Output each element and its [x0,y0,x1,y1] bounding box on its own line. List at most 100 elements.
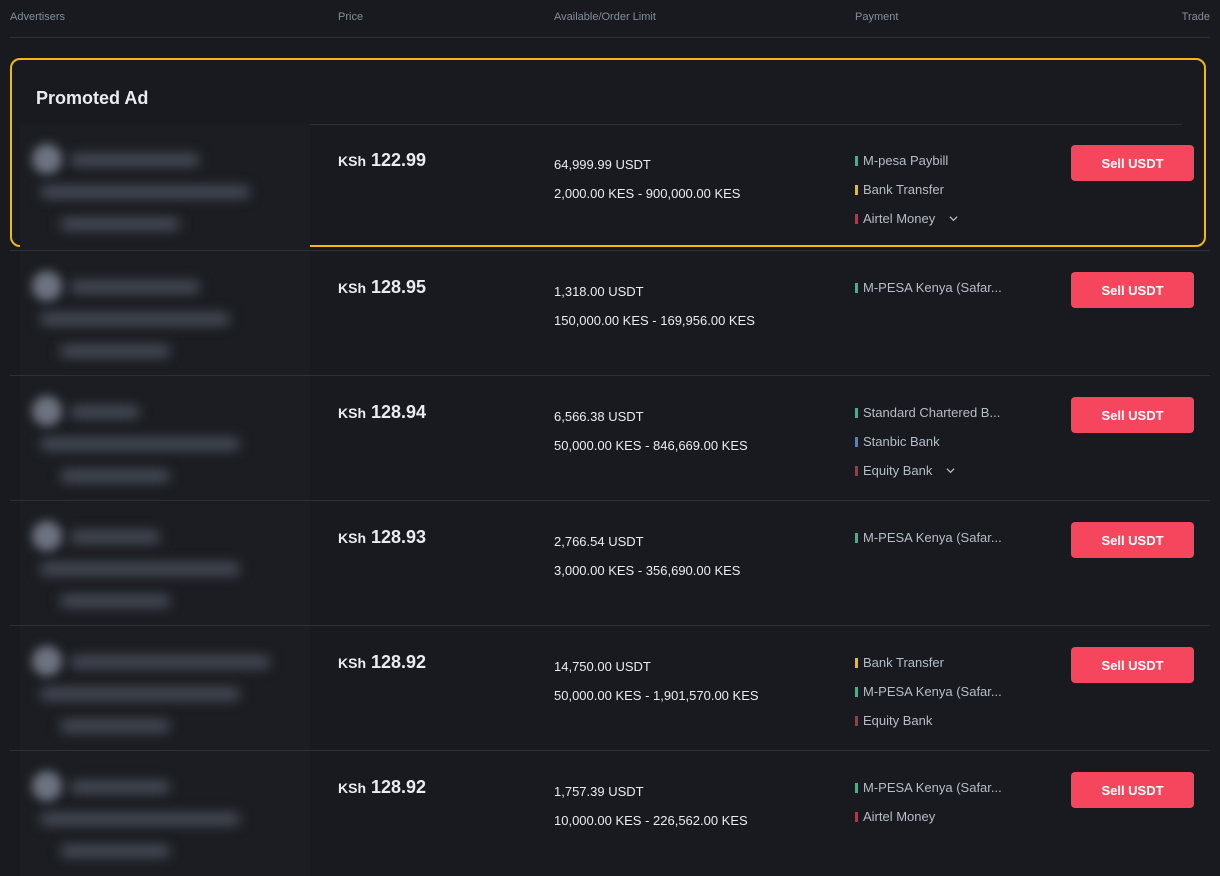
promoted-ad-title: Promoted Ad [36,88,149,108]
avatar [32,271,62,301]
chevron-down-icon[interactable] [949,214,958,223]
available-amount: 64,999.99 USDT [554,157,651,172]
available-amount: 14,750.00 USDT [554,659,651,674]
payment-method-label: Equity Bank [863,463,933,478]
sell-usdt-button[interactable]: Sell USDT [1071,772,1194,808]
available-amount: 2,766.54 USDT [554,534,644,549]
payment-method-label: Stanbic Bank [863,434,940,449]
ad-price: KSh 128.94 [338,402,426,423]
payment-method-label: Equity Bank [863,713,933,728]
blurred-text [40,186,250,198]
price-currency: KSh [338,153,366,169]
ad-row: KSh 128.94 6,566.38 USDT 50,000.00 KES - 84… [10,375,1210,501]
advertiser-info-blurred [20,501,310,626]
header-trade: Trade [1181,11,1210,23]
payment-methods: M-PESA Kenya (Safar... [855,273,1002,302]
blurred-text [70,656,270,668]
header-payment: Payment [855,11,899,23]
payment-method: Stanbic Bank [855,427,1000,456]
available-limit: 1,757.39 USDT 10,000.00 KES - 226,562.00 … [554,777,748,835]
blurred-text [70,781,170,793]
payment-method: Standard Chartered B... [855,398,1000,427]
price-value: 128.92 [371,777,427,797]
blurred-text [60,845,170,857]
order-limit: 50,000.00 KES - 1,901,570.00 KES [554,688,759,703]
payment-methods: Bank Transfer M-PESA Kenya (Safar... Equit… [855,648,1002,735]
table-header: Advertisers Price Available/Order Limit … [10,0,1210,38]
header-price: Price [338,11,364,23]
price-value: 122.99 [371,150,427,170]
ad-price: KSh 122.99 [338,150,426,171]
payment-method: Bank Transfer [855,175,958,204]
blurred-text [70,281,200,293]
order-limit: 150,000.00 KES - 169,956.00 KES [554,313,755,328]
payment-color-mark [855,532,858,543]
price-value: 128.95 [371,277,427,297]
advertiser-info-blurred [20,626,310,751]
payment-color-mark [855,407,858,418]
payment-method: Airtel Money [855,204,958,233]
blurred-text [60,345,170,357]
available-amount: 1,757.39 USDT [554,784,644,799]
ad-row: KSh 128.92 1,757.39 USDT 10,000.00 KES - 22… [10,750,1210,876]
ad-row: KSh 122.99 64,999.99 USDT 2,000.00 KES - 90… [10,124,1210,249]
payment-color-mark [855,657,858,668]
payment-method-label: M-PESA Kenya (Safar... [863,684,1002,699]
advertiser-info-blurred [20,376,310,501]
payment-color-mark [855,715,858,726]
blurred-text [40,563,240,575]
payment-color-mark [855,184,858,195]
available-limit: 1,318.00 USDT 150,000.00 KES - 169,956.00… [554,277,755,335]
payment-color-mark [855,465,858,476]
payment-color-mark [855,155,858,166]
ad-price: KSh 128.93 [338,527,426,548]
payment-methods: Standard Chartered B... Stanbic Bank Equit… [855,398,1000,485]
blurred-text [60,218,180,230]
blurred-text [70,154,200,166]
ad-price: KSh 128.92 [338,777,426,798]
payment-method-label: Bank Transfer [863,182,944,197]
price-currency: KSh [338,780,366,796]
available-limit: 2,766.54 USDT 3,000.00 KES - 356,690.00 K… [554,527,740,585]
payment-color-mark [855,213,858,224]
payment-methods: M-PESA Kenya (Safar... Airtel Money [855,773,1002,831]
available-amount: 1,318.00 USDT [554,284,644,299]
blurred-text [40,688,240,700]
price-value: 128.94 [371,402,427,422]
blurred-text [40,813,240,825]
price-value: 128.93 [371,527,427,547]
payment-method-label: M-pesa Paybill [863,153,949,168]
header-advertisers: Advertisers [10,11,66,23]
payment-method: M-PESA Kenya (Safar... [855,273,1002,302]
payment-method-label: Standard Chartered B... [863,405,1001,420]
order-limit: 10,000.00 KES - 226,562.00 KES [554,813,748,828]
sell-usdt-button[interactable]: Sell USDT [1071,272,1194,308]
sell-usdt-button[interactable]: Sell USDT [1071,647,1194,683]
payment-method-label: Airtel Money [863,211,936,226]
payment-method: M-PESA Kenya (Safar... [855,773,1002,802]
payment-method: M-PESA Kenya (Safar... [855,677,1002,706]
price-currency: KSh [338,280,366,296]
ad-row: KSh 128.93 2,766.54 USDT 3,000.00 KES - 356… [10,500,1210,626]
avatar [32,396,62,426]
sell-usdt-button[interactable]: Sell USDT [1071,145,1194,181]
price-currency: KSh [338,655,366,671]
avatar [32,646,62,676]
payment-color-mark [855,436,858,447]
chevron-down-icon[interactable] [946,466,955,475]
blurred-text [70,531,160,543]
blurred-text [60,720,170,732]
blurred-text [60,595,170,607]
payment-color-mark [855,686,858,697]
payment-method-label: Airtel Money [863,809,936,824]
sell-usdt-button[interactable]: Sell USDT [1071,397,1194,433]
ad-row: KSh 128.92 14,750.00 USDT 50,000.00 KES - 1… [10,625,1210,751]
order-limit: 50,000.00 KES - 846,669.00 KES [554,438,748,453]
ad-row: KSh 128.95 1,318.00 USDT 150,000.00 KES - 1… [10,250,1210,376]
payment-method: Bank Transfer [855,648,1002,677]
sell-usdt-button[interactable]: Sell USDT [1071,522,1194,558]
payment-methods: M-PESA Kenya (Safar... [855,523,1002,552]
avatar [32,521,62,551]
payment-method: Airtel Money [855,802,1002,831]
payment-method-label: M-PESA Kenya (Safar... [863,280,1002,295]
